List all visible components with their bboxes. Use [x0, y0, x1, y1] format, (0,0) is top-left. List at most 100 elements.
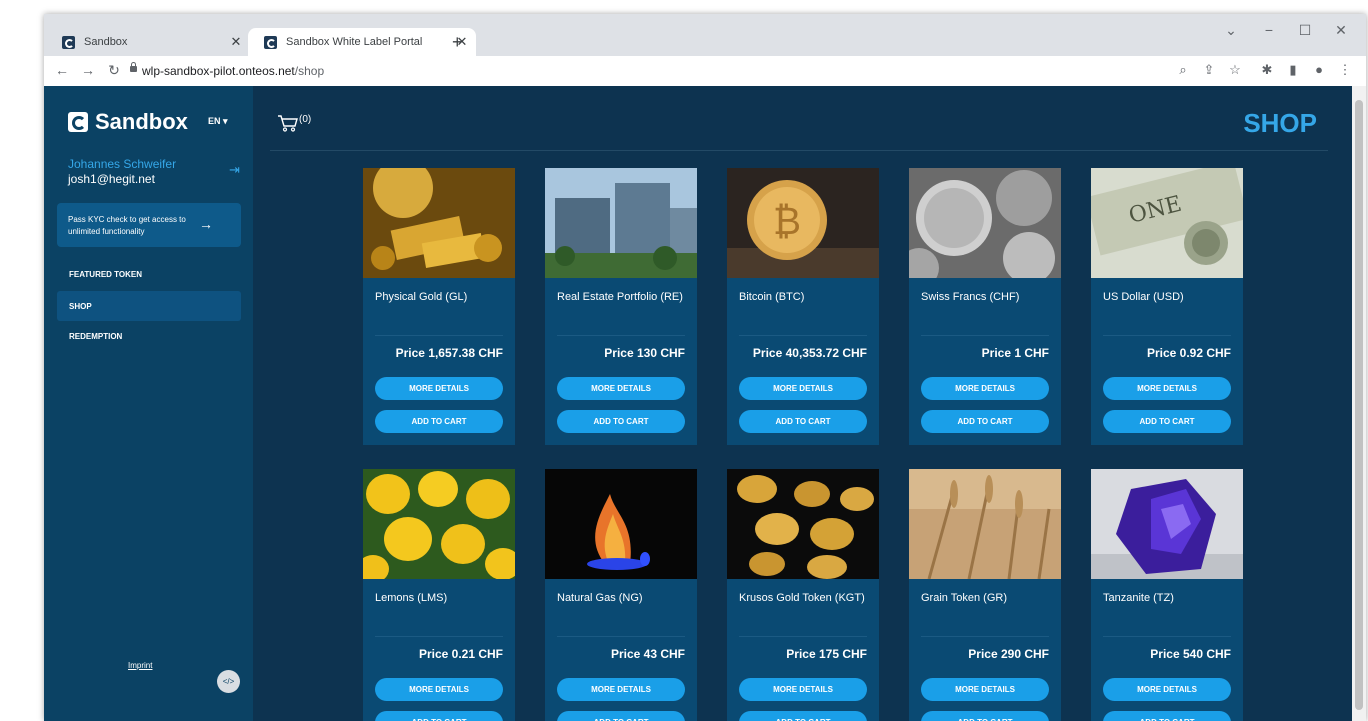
product-card: Tanzanite (TZ) Price 540 CHF MORE DETAILS A… [1091, 469, 1243, 721]
bitcoin-coin-image[interactable]: ₿ [727, 168, 879, 278]
forward-icon[interactable]: → [78, 62, 98, 78]
bookmark-star-icon[interactable]: ☆ [1226, 62, 1244, 78]
product-name: Grain Token (GR) [921, 592, 1007, 604]
card-divider [375, 335, 503, 336]
product-name: Krusos Gold Token (KGT) [739, 592, 865, 604]
add-to-cart-button[interactable]: ADD TO CART [1103, 410, 1231, 433]
product-card: Lemons (LMS) Price 0.21 CHF MORE DETAILS AD… [357, 469, 521, 721]
more-details-button[interactable]: MORE DETAILS [921, 678, 1049, 701]
new-tab-icon[interactable]: + [452, 32, 463, 53]
caret-down-icon: ▾ [223, 116, 228, 126]
add-to-cart-button[interactable]: ADD TO CART [557, 410, 685, 433]
product-price: Price 40,353.72 CHF [752, 346, 867, 360]
tab-white-label-portal[interactable]: Sandbox White Label Portal ✕ [248, 28, 476, 56]
header-divider [270, 150, 1328, 151]
logout-icon[interactable]: ⇥ [229, 162, 240, 178]
side-panel-icon[interactable]: ▮ [1284, 62, 1302, 78]
gold-bars-image[interactable] [363, 158, 515, 278]
scrollbar[interactable] [1352, 86, 1366, 721]
url-host: wlp-sandbox-pilot.onteos.net [142, 64, 295, 78]
extensions-icon[interactable]: ✱ [1258, 62, 1276, 78]
card-divider [375, 636, 503, 637]
sidebar-item-featured-token[interactable]: FEATURED TOKEN [57, 259, 241, 289]
sidebar-item-redemption[interactable]: REDEMPTION [57, 321, 241, 351]
tab-search-icon[interactable]: ⌄ [1216, 22, 1246, 39]
add-to-cart-button[interactable]: ADD TO CART [557, 711, 685, 721]
lock-icon [130, 62, 137, 72]
lemons-image[interactable] [357, 469, 521, 583]
gas-flame-image[interactable] [545, 469, 697, 579]
more-details-button[interactable]: MORE DETAILS [739, 678, 867, 701]
product-price: Price 130 CHF [604, 346, 685, 360]
code-button[interactable]: </> [217, 670, 240, 693]
gold-coins-image[interactable] [727, 469, 879, 579]
kyc-banner[interactable]: Pass KYC check to get access to unlimite… [57, 203, 241, 247]
maximize-icon[interactable]: ☐ [1290, 22, 1320, 39]
product-name: Bitcoin (BTC) [739, 291, 805, 303]
language-selector[interactable]: EN ▾ [208, 116, 228, 127]
product-price: Price 1,657.38 CHF [395, 346, 503, 360]
add-to-cart-button[interactable]: ADD TO CART [739, 410, 867, 433]
product-card: Krusos Gold Token (KGT) Price 175 CHF MORE… [727, 469, 879, 721]
more-details-button[interactable]: MORE DETAILS [375, 678, 503, 701]
product-card: Swiss Francs (CHF) Price 1 CHF MORE DETAIL… [899, 168, 1061, 445]
logo[interactable]: Sandbox [68, 109, 188, 135]
more-details-button[interactable]: MORE DETAILS [557, 377, 685, 400]
product-card: Natural Gas (NG) Price 43 CHF MORE DETAILS… [545, 469, 697, 721]
kyc-text: Pass KYC check to get access to unlimite… [68, 215, 186, 236]
tab-title: Sandbox [84, 36, 128, 48]
menu-icon[interactable]: ⋮ [1336, 62, 1354, 78]
product-card: Grain Token (GR) Price 290 CHF MORE DETAIL… [909, 469, 1061, 721]
zoom-icon[interactable]: ⌕ [1174, 62, 1192, 78]
scrollbar-thumb[interactable] [1355, 100, 1363, 710]
reload-icon[interactable]: ↻ [104, 62, 124, 79]
tab-sandbox[interactable]: Sandbox ✕ [46, 28, 250, 56]
sandbox-favicon-icon [264, 35, 277, 49]
product-name: Real Estate Portfolio (RE) [557, 291, 683, 303]
swiss-coins-image[interactable] [899, 168, 1061, 288]
product-price: Price 0.21 CHF [418, 647, 503, 661]
product-price: Price 43 CHF [610, 647, 685, 661]
card-divider [921, 335, 1049, 336]
tanzanite-gem-image[interactable] [1091, 469, 1243, 579]
browser-window: Sandbox ✕ Sandbox White Label Portal ✕ +… [44, 14, 1366, 721]
sidebar: Sandbox EN ▾ Johannes Schweifer josh1@he… [44, 86, 253, 721]
address-toolbar: ← → ↻ wlp-sandbox-pilot.onteos.net/shop … [44, 56, 1366, 87]
card-divider [1103, 335, 1231, 336]
profile-icon[interactable]: ● [1310, 62, 1328, 77]
wheat-field-image[interactable] [909, 469, 1061, 580]
add-to-cart-button[interactable]: ADD TO CART [739, 711, 867, 721]
user-email: josh1@hegit.net [68, 172, 155, 186]
product-name: Swiss Francs (CHF) [921, 291, 1020, 303]
share-icon[interactable]: ⇪ [1200, 62, 1218, 78]
minimize-icon[interactable]: − [1254, 22, 1284, 38]
back-icon[interactable]: ← [52, 62, 72, 78]
more-details-button[interactable]: MORE DETAILS [1103, 678, 1231, 701]
address-bar[interactable]: wlp-sandbox-pilot.onteos.net/shop [142, 64, 324, 78]
office-building-image[interactable] [545, 168, 697, 278]
more-details-button[interactable]: MORE DETAILS [375, 377, 503, 400]
more-details-button[interactable]: MORE DETAILS [1103, 377, 1231, 400]
product-card: Physical Gold (GL) Price 1,657.38 CHF MORE… [363, 158, 515, 445]
page-title: SHOP [1243, 108, 1317, 138]
close-icon[interactable]: ✕ [226, 34, 246, 50]
tab-title: Sandbox White Label Portal [286, 36, 423, 48]
more-details-button[interactable]: MORE DETAILS [557, 678, 685, 701]
sandbox-logo-icon [68, 112, 88, 132]
window-close-icon[interactable]: ✕ [1326, 22, 1356, 39]
add-to-cart-button[interactable]: ADD TO CART [375, 711, 503, 721]
more-details-button[interactable]: MORE DETAILS [739, 377, 867, 400]
sidebar-item-shop[interactable]: SHOP [57, 291, 241, 321]
add-to-cart-button[interactable]: ADD TO CART [1103, 711, 1231, 721]
add-to-cart-button[interactable]: ADD TO CART [921, 410, 1049, 433]
svg-text:₿: ₿ [773, 199, 801, 243]
more-details-button[interactable]: MORE DETAILS [921, 377, 1049, 400]
cart[interactable]: (0) [277, 114, 311, 132]
dollar-bill-image[interactable]: ONE [1085, 160, 1249, 278]
card-divider [739, 636, 867, 637]
add-to-cart-button[interactable]: ADD TO CART [375, 410, 503, 433]
imprint-link[interactable]: Imprint [128, 661, 152, 670]
add-to-cart-button[interactable]: ADD TO CART [921, 711, 1049, 721]
card-divider [557, 335, 685, 336]
product-name: US Dollar (USD) [1103, 291, 1184, 303]
